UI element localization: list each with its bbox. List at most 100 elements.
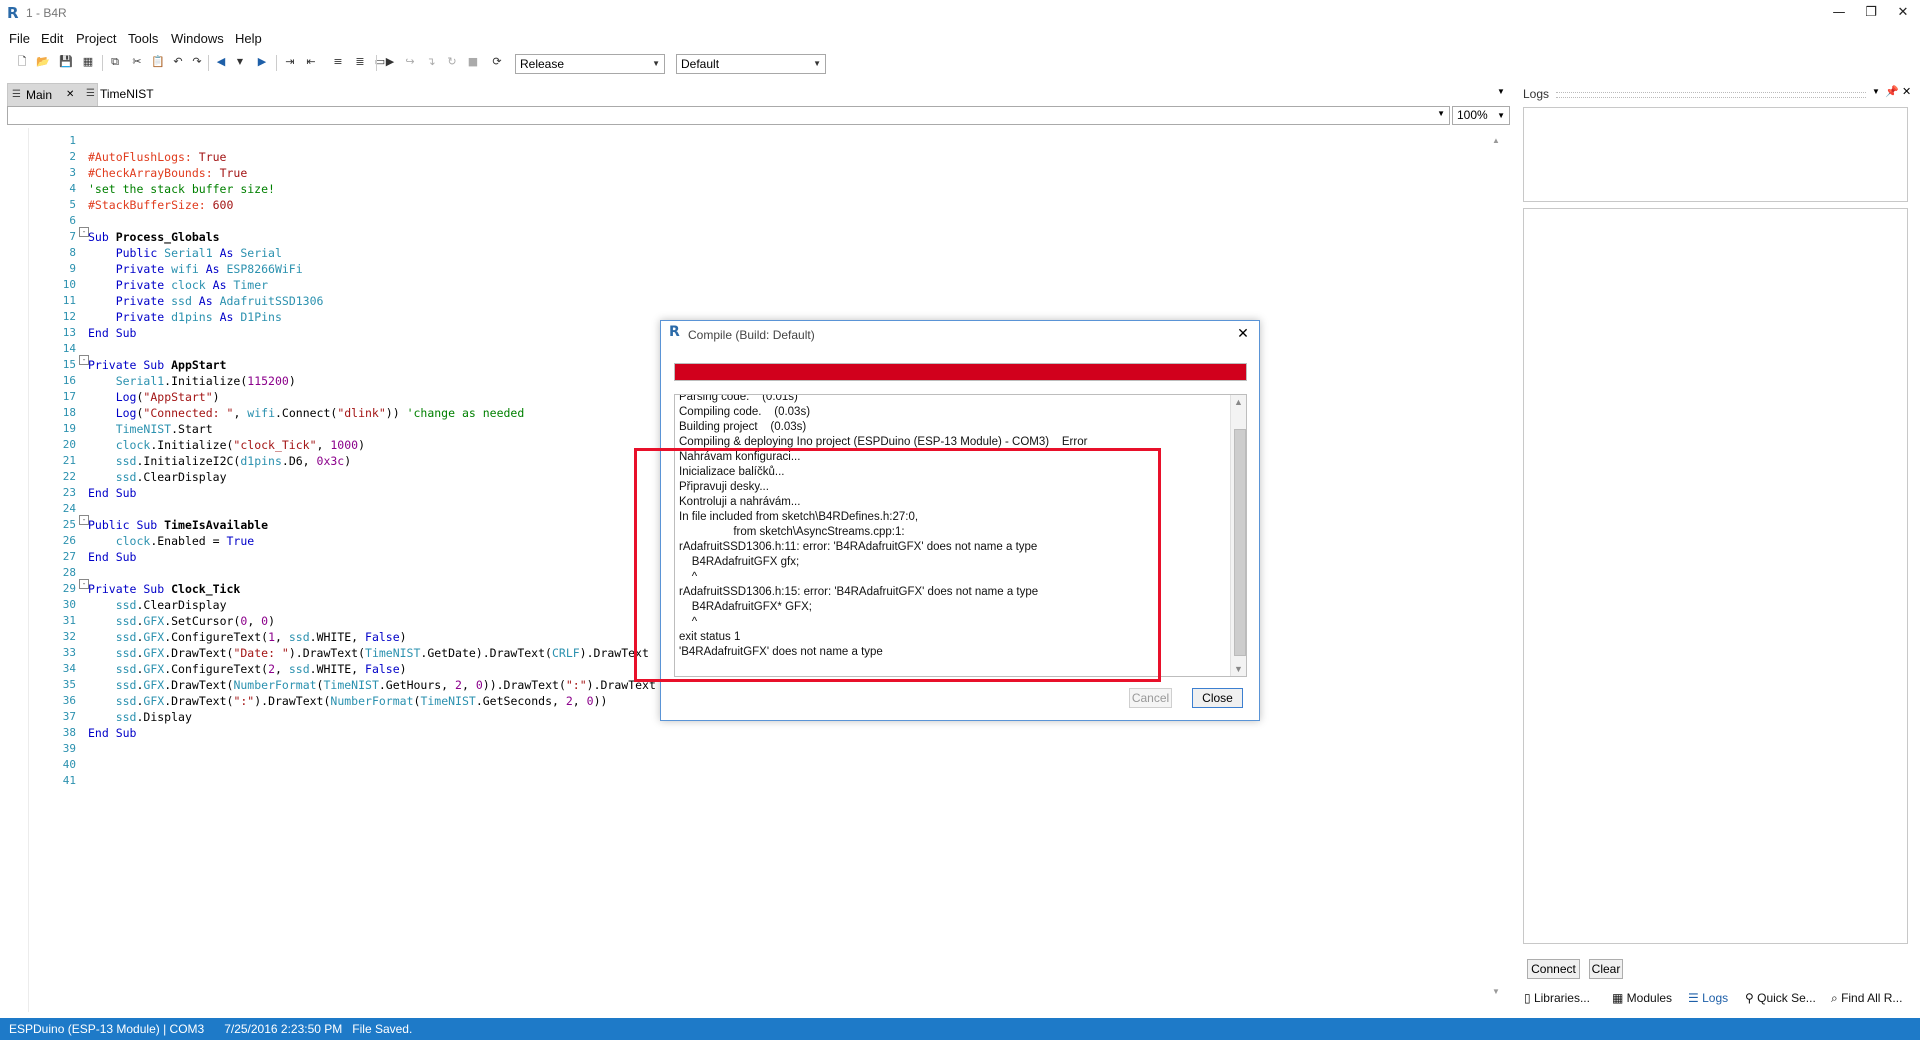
scroll-thumb[interactable]: [1234, 429, 1246, 656]
line-number: 27: [62, 550, 76, 563]
zoom-select[interactable]: 100% ▼: [1452, 106, 1510, 125]
line-number: 17: [62, 390, 76, 403]
tab-find-all-references[interactable]: ⌕ Find All R...: [1831, 991, 1902, 1006]
line-number: 39: [62, 742, 76, 755]
code-file-icon: ☰: [12, 89, 21, 100]
chevron-down-icon: ▼: [652, 59, 660, 68]
forward-icon[interactable]: ▶: [254, 54, 270, 70]
logs-output[interactable]: [1523, 208, 1908, 944]
line-number: 14: [62, 342, 76, 355]
save-icon[interactable]: 💾: [58, 54, 74, 70]
build-config2-value: Default: [681, 57, 720, 71]
output-line: Compiling & deploying Ino project (ESPDu…: [679, 436, 1088, 448]
editor-horizontal-scrollbar[interactable]: [28, 996, 1488, 1010]
editor-vertical-scrollbar[interactable]: ▲ ▼: [1490, 136, 1504, 996]
dropdown-icon[interactable]: ▼: [232, 54, 248, 70]
line-number: 1: [69, 134, 76, 147]
tab-logs[interactable]: ☰ Logs: [1688, 991, 1728, 1005]
tab-close-icon[interactable]: ✕: [66, 84, 74, 106]
output-line: Compiling code. (0.03s): [679, 406, 811, 418]
editor-tabs: ☰ Main ✕ ☰ TimeNIST ▼: [0, 83, 1510, 107]
close-window-button[interactable]: ✕: [1886, 2, 1920, 24]
menu-windows[interactable]: Windows: [171, 31, 224, 46]
line-number: 29: [62, 582, 76, 595]
line-number: 30: [62, 598, 76, 611]
dialog-close-icon[interactable]: ✕: [1231, 323, 1255, 345]
menu-project[interactable]: Project: [76, 31, 116, 46]
line-number: 22: [62, 470, 76, 483]
clear-button[interactable]: Clear: [1589, 959, 1623, 979]
step-into-icon[interactable]: ↴: [423, 54, 439, 70]
tab-libraries[interactable]: ▯ Libraries...: [1524, 991, 1590, 1005]
app-logo-icon: R: [669, 324, 680, 340]
modules-icon: ▦: [1612, 991, 1627, 1005]
tab-quick-search[interactable]: ⚲ Quick Se...: [1745, 991, 1816, 1005]
build-config2-select[interactable]: Default ▼: [676, 54, 826, 74]
line-number: 28: [62, 566, 76, 579]
line-number: 5: [69, 198, 76, 211]
restart-icon[interactable]: ⟳: [489, 54, 505, 70]
uncomment-icon[interactable]: ≣: [352, 54, 368, 70]
line-number: 7: [69, 230, 76, 243]
cancel-button[interactable]: Cancel: [1129, 688, 1172, 708]
step-icon[interactable]: ↪: [402, 54, 418, 70]
chevron-down-icon: ▼: [813, 59, 821, 68]
tabs-dropdown-icon[interactable]: ▼: [1497, 87, 1505, 96]
drag-handle[interactable]: [1556, 92, 1866, 98]
comment-icon[interactable]: ≡: [330, 54, 346, 70]
stop-icon[interactable]: ■: [465, 54, 481, 70]
connect-button[interactable]: Connect: [1527, 959, 1580, 979]
minimize-button[interactable]: —: [1822, 2, 1856, 24]
line-number: 34: [62, 662, 76, 675]
run-icon[interactable]: ▶: [382, 54, 398, 70]
close-panel-icon[interactable]: ✕: [1902, 85, 1911, 98]
menu-tools[interactable]: Tools: [128, 31, 158, 46]
line-number: 13: [62, 326, 76, 339]
indent-icon[interactable]: ⇥: [282, 54, 298, 70]
menu-file[interactable]: File: [9, 31, 30, 46]
tab-modules[interactable]: ▦ Modules: [1612, 991, 1672, 1005]
line-number: 9: [69, 262, 76, 275]
output-scrollbar[interactable]: ▲ ▼: [1230, 395, 1246, 676]
new-icon[interactable]: 🗋: [14, 54, 30, 70]
menu-help[interactable]: Help: [235, 31, 262, 46]
copy-icon[interactable]: ⧉: [107, 54, 123, 70]
step-out-icon[interactable]: ↻: [444, 54, 460, 70]
tab-timenist[interactable]: ☰ TimeNIST: [82, 83, 190, 105]
line-number: 3: [69, 166, 76, 179]
tab-main-label: Main: [26, 88, 53, 102]
side-panel-tabs: ▯ Libraries... ▦ Modules ☰ Logs ⚲ Quick …: [1520, 989, 1920, 1009]
chevron-down-icon[interactable]: ▼: [1872, 87, 1880, 96]
line-number: 20: [62, 438, 76, 451]
line-number: 19: [62, 422, 76, 435]
close-button[interactable]: Close: [1192, 688, 1243, 708]
back-icon[interactable]: ◀: [213, 54, 229, 70]
menu-edit[interactable]: Edit: [41, 31, 63, 46]
scroll-up-icon[interactable]: ▲: [1234, 397, 1243, 407]
sub-navigator-select[interactable]: ▼: [7, 106, 1450, 125]
logs-filter-area[interactable]: [1523, 107, 1908, 202]
chevron-down-icon: ▼: [1497, 111, 1505, 120]
line-number: 18: [62, 406, 76, 419]
logs-panel-header: Logs ▼ 📌 ✕: [1520, 84, 1920, 104]
build-config-value: Release: [520, 57, 565, 71]
line-number: 11: [62, 294, 76, 307]
compile-progress-bar: [674, 363, 1247, 381]
line-number: 4: [69, 182, 76, 195]
undo-icon[interactable]: ↶: [170, 54, 186, 70]
dialog-title: Compile (Build: Default): [688, 328, 815, 342]
cut-icon[interactable]: ✂: [129, 54, 145, 70]
output-line: Parsing code. (0.01s): [679, 394, 798, 403]
save-all-icon[interactable]: ▦: [80, 54, 96, 70]
open-icon[interactable]: 📂: [35, 54, 51, 70]
redo-icon[interactable]: ↷: [189, 54, 205, 70]
build-config-select[interactable]: Release ▼: [515, 54, 665, 74]
restore-button[interactable]: ❐: [1854, 2, 1888, 24]
logs-title: Logs: [1523, 87, 1550, 101]
scroll-down-icon[interactable]: ▼: [1234, 664, 1243, 674]
pin-icon[interactable]: 📌: [1885, 85, 1899, 98]
title-bar: R 1 - B4R — ❐ ✕: [0, 0, 1920, 28]
paste-icon[interactable]: 📋: [150, 54, 166, 70]
outdent-icon[interactable]: ⇤: [303, 54, 319, 70]
line-number: 35: [62, 678, 76, 691]
